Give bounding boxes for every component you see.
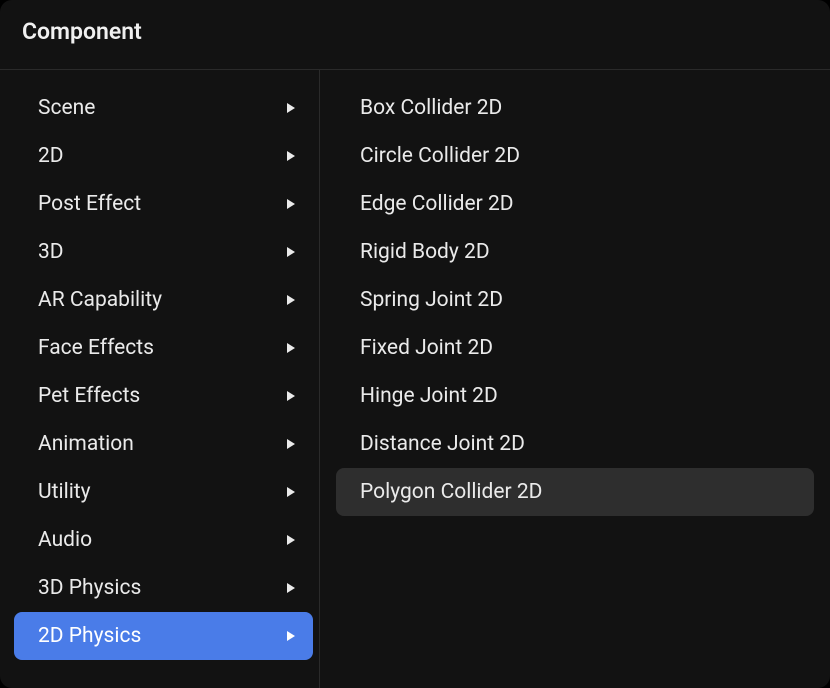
category-item-ar-capability[interactable]: AR Capability bbox=[14, 276, 313, 324]
chevron-right-icon bbox=[287, 391, 295, 401]
category-label: Audio bbox=[38, 528, 92, 552]
chevron-right-icon bbox=[287, 583, 295, 593]
category-item-post-effect[interactable]: Post Effect bbox=[14, 180, 313, 228]
subitem-label: Polygon Collider 2D bbox=[360, 480, 542, 504]
chevron-right-icon bbox=[287, 439, 295, 449]
subitem-box-collider-2d[interactable]: Box Collider 2D bbox=[336, 84, 814, 132]
subitem-label: Hinge Joint 2D bbox=[360, 384, 498, 408]
category-item-3d-physics[interactable]: 3D Physics bbox=[14, 564, 313, 612]
chevron-right-icon bbox=[287, 487, 295, 497]
category-label: Pet Effects bbox=[38, 384, 140, 408]
chevron-right-icon bbox=[287, 295, 295, 305]
subitem-label: Edge Collider 2D bbox=[360, 192, 514, 216]
category-label: Scene bbox=[38, 96, 95, 120]
category-label: Post Effect bbox=[38, 192, 141, 216]
category-item-2d[interactable]: 2D bbox=[14, 132, 313, 180]
category-label: Face Effects bbox=[38, 336, 154, 360]
chevron-right-icon bbox=[287, 631, 295, 641]
chevron-right-icon bbox=[287, 535, 295, 545]
subitem-fixed-joint-2d[interactable]: Fixed Joint 2D bbox=[336, 324, 814, 372]
subitem-list: Box Collider 2D Circle Collider 2D Edge Co… bbox=[320, 70, 830, 688]
panel-header: Component bbox=[0, 0, 830, 70]
category-item-2d-physics[interactable]: 2D Physics bbox=[14, 612, 313, 660]
subitem-polygon-collider-2d[interactable]: Polygon Collider 2D bbox=[336, 468, 814, 516]
category-label: Utility bbox=[38, 480, 91, 504]
category-item-audio[interactable]: Audio bbox=[14, 516, 313, 564]
category-item-face-effects[interactable]: Face Effects bbox=[14, 324, 313, 372]
subitem-spring-joint-2d[interactable]: Spring Joint 2D bbox=[336, 276, 814, 324]
category-item-pet-effects[interactable]: Pet Effects bbox=[14, 372, 313, 420]
subitem-hinge-joint-2d[interactable]: Hinge Joint 2D bbox=[336, 372, 814, 420]
subitem-label: Distance Joint 2D bbox=[360, 432, 525, 456]
category-label: 3D Physics bbox=[38, 576, 141, 600]
subitem-distance-joint-2d[interactable]: Distance Joint 2D bbox=[336, 420, 814, 468]
component-picker-panel: Component Scene 2D Post Effect 3D AR Capabil… bbox=[0, 0, 830, 688]
subitem-label: Circle Collider 2D bbox=[360, 144, 520, 168]
category-label: AR Capability bbox=[38, 288, 162, 312]
subitem-label: Spring Joint 2D bbox=[360, 288, 503, 312]
category-item-animation[interactable]: Animation bbox=[14, 420, 313, 468]
chevron-right-icon bbox=[287, 151, 295, 161]
subitem-label: Fixed Joint 2D bbox=[360, 336, 493, 360]
subitem-label: Box Collider 2D bbox=[360, 96, 502, 120]
chevron-right-icon bbox=[287, 343, 295, 353]
category-label: 2D Physics bbox=[38, 624, 141, 648]
subitem-edge-collider-2d[interactable]: Edge Collider 2D bbox=[336, 180, 814, 228]
category-label: Animation bbox=[38, 432, 134, 456]
subitem-rigid-body-2d[interactable]: Rigid Body 2D bbox=[336, 228, 814, 276]
chevron-right-icon bbox=[287, 247, 295, 257]
chevron-right-icon bbox=[287, 199, 295, 209]
chevron-right-icon bbox=[287, 103, 295, 113]
category-item-scene[interactable]: Scene bbox=[14, 84, 313, 132]
category-label: 2D bbox=[38, 144, 64, 168]
subitem-label: Rigid Body 2D bbox=[360, 240, 490, 264]
category-item-utility[interactable]: Utility bbox=[14, 468, 313, 516]
category-label: 3D bbox=[38, 240, 64, 264]
category-item-3d[interactable]: 3D bbox=[14, 228, 313, 276]
category-list: Scene 2D Post Effect 3D AR Capability Face Ef… bbox=[0, 70, 320, 688]
panel-body: Scene 2D Post Effect 3D AR Capability Face Ef… bbox=[0, 70, 830, 688]
panel-title: Component bbox=[22, 18, 142, 45]
subitem-circle-collider-2d[interactable]: Circle Collider 2D bbox=[336, 132, 814, 180]
